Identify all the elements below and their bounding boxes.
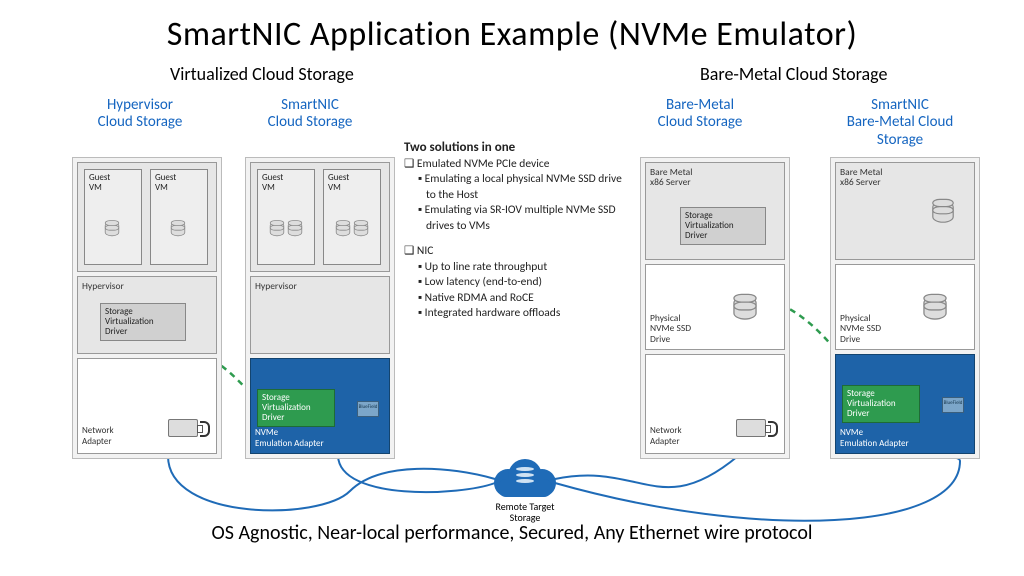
diagram-canvas: Virtualized Cloud Storage Bare-Metal Clo… (0, 61, 1024, 551)
phy-nvme-label: Physical NVMe SSD Drive (650, 313, 691, 344)
guest-vm-box: Guest VM (257, 169, 315, 265)
col2-vm-layer: Guest VM Guest VM (250, 162, 390, 272)
guest-vm-box: Guest VM (84, 169, 142, 265)
col4-bm-server: Bare Metal x86 Server (835, 162, 975, 260)
bluefield-chip-icon: BlueField (942, 397, 964, 413)
col2-hypervisor-box: Hypervisor (250, 276, 390, 354)
svd-label: Storage Virtualization Driver (847, 388, 896, 419)
section-right-title: Bare-Metal Cloud Storage (700, 63, 887, 85)
guest-vm-label: Guest VM (155, 172, 176, 193)
center-b2: ▪ Emulating via SR-IOV multiple NVMe SSD… (404, 203, 626, 234)
center-b1: ▪ Emulating a local physical NVMe SSD dr… (404, 172, 626, 203)
svd-label: Storage Virtualization Driver (262, 392, 311, 423)
col1-title: Hypervisor Cloud Storage (60, 97, 220, 132)
bluefield-chip-icon: BlueField (357, 401, 379, 417)
svd-green-box: Storage Virtualization Driver (842, 385, 920, 423)
bm-server-label: Bare Metal x86 Server (650, 167, 692, 188)
disk-icon (336, 222, 350, 236)
svd-green-box: Storage Virtualization Driver (257, 389, 335, 427)
col3-bm-server: Bare Metal x86 Server Storage Virtualiza… (645, 162, 785, 260)
col1-vm-layer: Guest VM Guest VM (77, 162, 217, 272)
disk-icon (288, 222, 302, 236)
col2-nvme-adapter: Storage Virtualization Driver BlueField … (250, 358, 390, 454)
guest-vm-box: Guest VM (323, 169, 381, 265)
disk-icon (105, 222, 119, 236)
slide-title: SmartNIC Application Example (NVMe Emula… (0, 0, 1024, 61)
center-b6: ▪ Integrated hardware offloads (404, 306, 626, 322)
hypervisor-label: Hypervisor (255, 281, 297, 291)
guest-vm-label: Guest VM (328, 172, 349, 193)
center-b5: ▪ Native RDMA and RoCE (404, 291, 626, 307)
net-adapter-label: Network Adapter (650, 425, 682, 447)
phy-nvme-label: Physical NVMe SSD Drive (840, 313, 881, 344)
center-b4: ▪ Low latency (end-to-end) (404, 275, 626, 291)
disk-icon (923, 296, 946, 319)
svd-label: Storage Virtualization Driver (105, 306, 154, 337)
remote-storage-label: Remote Target Storage (480, 501, 570, 523)
section-left-title: Virtualized Cloud Storage (170, 63, 354, 85)
col1-stack: Guest VM Guest VM Hypervisor Storage Vir… (72, 157, 222, 459)
center-sq2: ❑ NIC (404, 244, 626, 260)
col3-title: Bare-Metal Cloud Storage (620, 97, 780, 132)
disk-icon (270, 222, 284, 236)
guest-vm-label: Guest VM (89, 172, 110, 193)
col2-title: SmartNIC Cloud Storage (230, 97, 390, 132)
col4-nvme-adapter: Storage Virtualization Driver BlueField … (835, 354, 975, 454)
nic-icon (736, 419, 766, 437)
col4-title: SmartNIC Bare-Metal Cloud Storage (820, 97, 980, 149)
hypervisor-label: Hypervisor (82, 281, 124, 291)
col1-hypervisor-box: Hypervisor Storage Virtualization Driver (77, 276, 217, 354)
net-adapter-label: Network Adapter (82, 425, 114, 447)
nvme-adapter-label: NVMe Emulation Adapter (255, 428, 324, 449)
col3-phy-nvme: Physical NVMe SSD Drive (645, 264, 785, 350)
nic-icon (168, 419, 198, 437)
center-heading: Two solutions in one (404, 140, 515, 155)
center-sq1: ❑ Emulated NVMe PCIe device (404, 157, 626, 173)
col3-stack: Bare Metal x86 Server Storage Virtualiza… (640, 157, 790, 459)
col4-phy-nvme: Physical NVMe SSD Drive (835, 264, 975, 350)
col1-adapter-box: Network Adapter (77, 358, 217, 454)
cloud-icon (494, 457, 556, 499)
center-b3: ▪ Up to line rate throughput (404, 260, 626, 276)
guest-vm-box: Guest VM (150, 169, 208, 265)
bm-server-label: Bare Metal x86 Server (840, 167, 882, 188)
guest-vm-label: Guest VM (262, 172, 283, 193)
disk-icon (733, 296, 756, 319)
footer-tagline: OS Agnostic, Near-local performance, Sec… (0, 521, 1024, 545)
svd-box: Storage Virtualization Driver (100, 303, 186, 341)
nvme-adapter-label: NVMe Emulation Adapter (840, 428, 909, 449)
col3-adapter-box: Network Adapter (645, 354, 785, 454)
disk-icon (932, 201, 954, 223)
center-text-block: Two solutions in one ❑ Emulated NVMe PCI… (404, 139, 626, 322)
col2-stack: Guest VM Guest VM Hypervisor Storage Vir… (245, 157, 395, 459)
disk-icon (354, 222, 368, 236)
svd-label: Storage Virtualization Driver (685, 210, 734, 241)
disk-icon (171, 222, 185, 236)
svd-box: Storage Virtualization Driver (680, 207, 766, 245)
col4-stack: Bare Metal x86 Server Physical NVMe SSD … (830, 157, 980, 459)
